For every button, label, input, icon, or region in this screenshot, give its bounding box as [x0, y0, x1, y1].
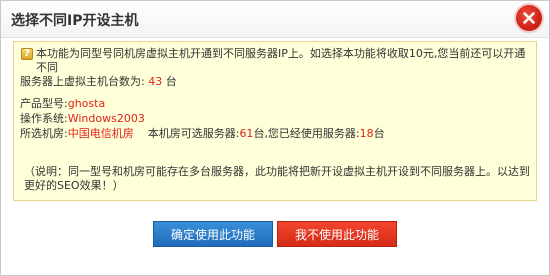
os-row: 操作系统:Windows2003 — [20, 112, 145, 126]
close-button[interactable] — [516, 5, 542, 31]
room-value: 中国电信机房 — [67, 127, 134, 140]
intro-text: 本功能为同型号同机房虚拟主机开通到不同服务器IP上。如选择本功能将收取10元,您… — [20, 47, 526, 89]
cancel-button[interactable]: 我不使用此功能 — [277, 221, 397, 247]
intro-line-2-prefix: 服务器上虚拟主机台数为: — [20, 75, 145, 88]
product-model-value: ghosta — [67, 97, 106, 110]
dialog-title-bar: 选择不同IP开设主机 — [1, 1, 549, 38]
os-label: 操作系统: — [20, 112, 68, 125]
available-count: 43 — [148, 75, 163, 88]
used-servers-unit: 台 — [373, 127, 385, 140]
close-icon — [523, 12, 535, 24]
used-servers-count: 18 — [359, 127, 374, 140]
dialog: 选择不同IP开设主机 ? 本功能为同型号同机房虚拟主机开通到不同服务器IP上。如… — [0, 0, 550, 276]
dialog-title: 选择不同IP开设主机 — [11, 13, 139, 29]
intro-line-1: 本功能为同型号同机房虚拟主机开通到不同服务器IP上。如选择本功能将收取10元,您… — [36, 47, 526, 74]
question-icon: ? — [21, 48, 33, 60]
room-servers-text: 本机房可选服务器: — [147, 127, 240, 140]
available-unit: 台 — [165, 75, 177, 88]
note-text: （说明：同一型号和机房可能存在多台服务器，此功能将把新开设虚拟主机开设到不同服务… — [24, 165, 530, 192]
room-servers-count: 61 — [239, 127, 254, 140]
info-box: ? 本功能为同型号同机房虚拟主机开通到不同服务器IP上。如选择本功能将收取10元… — [13, 41, 537, 201]
product-model-label: 产品型号: — [20, 97, 68, 110]
room-row: 所选机房:中国电信机房 本机房可选服务器:61台,您已经使用服务器:18台 — [20, 127, 385, 141]
os-value: Windows2003 — [67, 112, 145, 125]
confirm-button[interactable]: 确定使用此功能 — [153, 221, 273, 247]
used-servers-text: 台,您已经使用服务器: — [253, 127, 360, 140]
product-model-row: 产品型号:ghosta — [20, 97, 105, 111]
room-label: 所选机房: — [20, 127, 68, 140]
intro-line-2: 服务器上虚拟主机台数为: 43 台 — [20, 75, 526, 89]
